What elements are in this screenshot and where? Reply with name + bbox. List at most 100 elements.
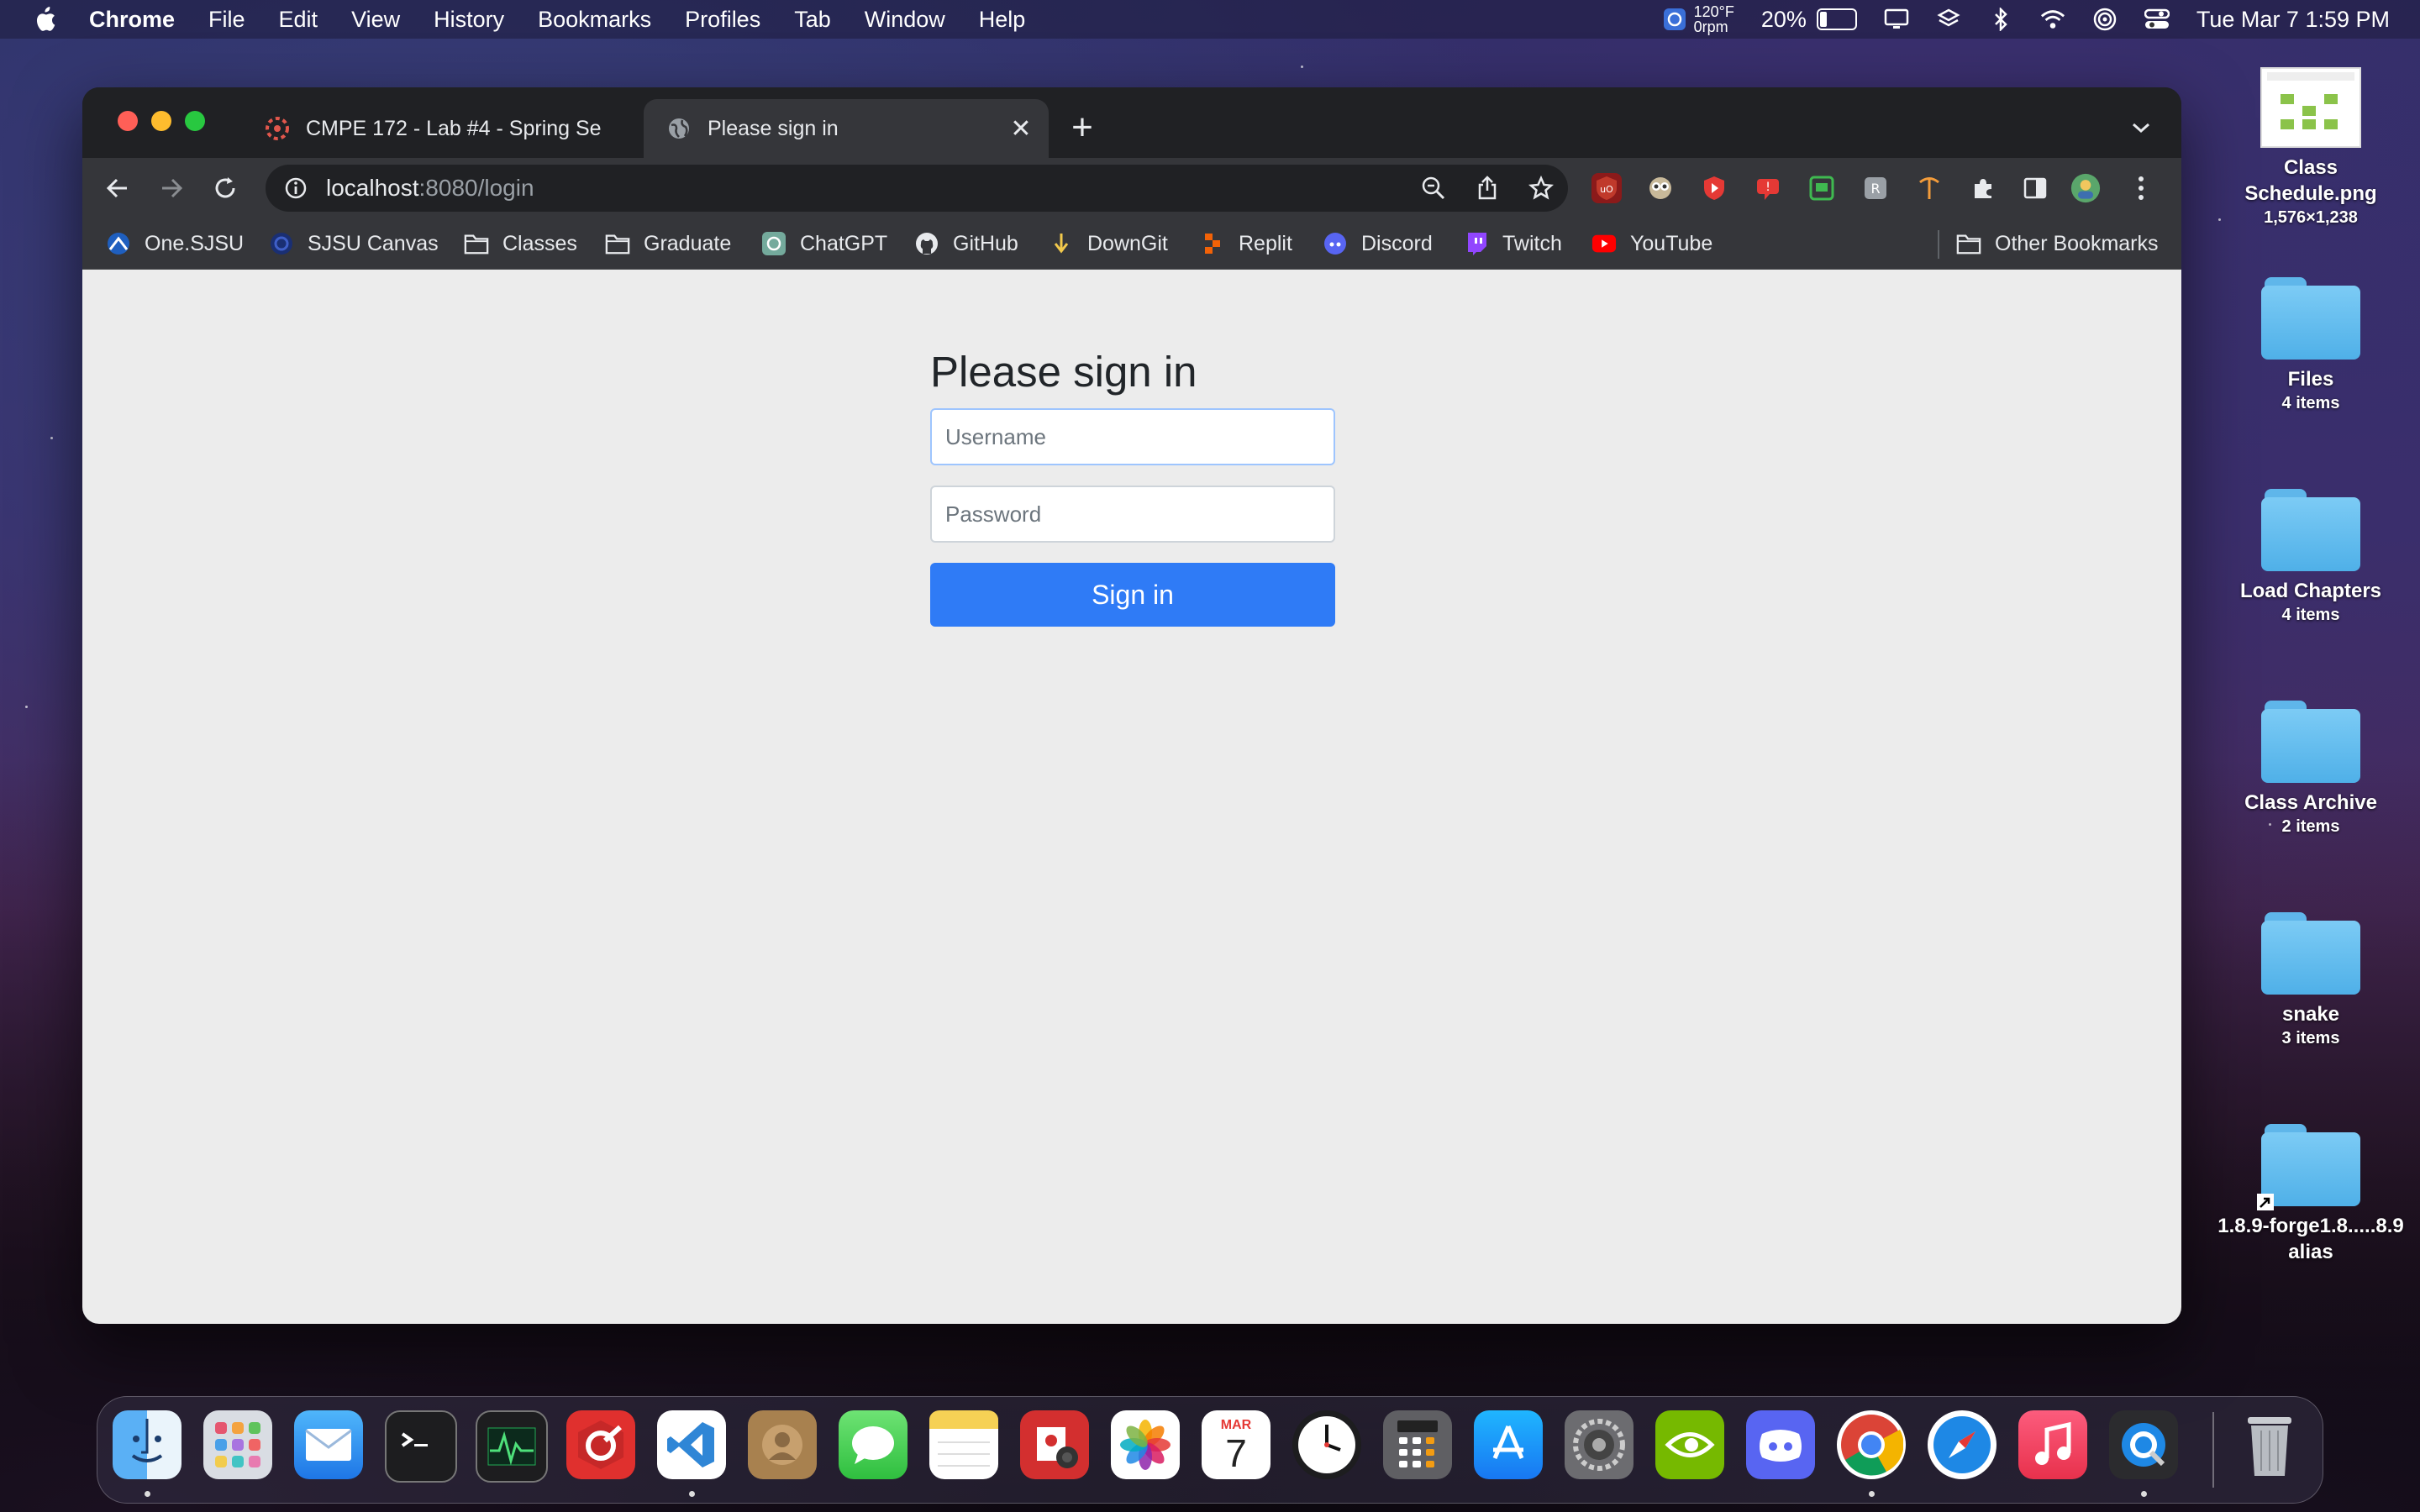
app-store-icon[interactable] (1474, 1410, 1543, 1479)
calendar-icon[interactable]: MAR 7 (1202, 1410, 1270, 1479)
address-bar[interactable]: localhost:8080/login (266, 165, 1568, 212)
bookmark-other-bookmarks[interactable]: Other Bookmarks (1956, 218, 2159, 269)
tab-please-sign-in[interactable]: Please sign in ✕ (644, 99, 1049, 158)
chrome-app-icon[interactable] (1837, 1410, 1906, 1479)
menu-app-name[interactable]: Chrome (89, 7, 175, 33)
bookmark-classes[interactable]: Classes (464, 218, 577, 269)
battery-status[interactable]: 20% (1761, 7, 1857, 33)
messages-icon[interactable] (839, 1410, 908, 1479)
menu-tab[interactable]: Tab (794, 7, 831, 33)
dislike-extension-icon[interactable]: ! (1753, 173, 1783, 203)
menu-view[interactable]: View (351, 7, 400, 33)
profile-avatar[interactable] (2070, 173, 2101, 203)
bookmark-chatgpt[interactable]: ChatGPT (761, 218, 887, 269)
menu-edit[interactable]: Edit (279, 7, 318, 33)
tab-search-chevron-icon[interactable] (2126, 113, 2156, 143)
temperature-widget[interactable]: 120°F 0rpm (1662, 4, 1734, 34)
bookmark-one-sjsu[interactable]: One.SJSU (106, 218, 244, 269)
layers-icon[interactable] (1936, 7, 1961, 32)
desktop-item-sub: 1,576×1,238 (2264, 208, 2358, 227)
menu-file[interactable]: File (208, 7, 245, 33)
site-info-icon[interactable] (284, 176, 308, 200)
bookmark-youtube[interactable]: YouTube (1591, 218, 1712, 269)
menu-bookmarks[interactable]: Bookmarks (538, 7, 651, 33)
menu-profiles[interactable]: Profiles (685, 7, 760, 33)
activity-monitor-icon[interactable] (476, 1410, 548, 1483)
desktop-item-files[interactable]: Files 4 items (2218, 277, 2403, 414)
menu-history[interactable]: History (434, 7, 504, 33)
contacts-icon[interactable] (748, 1410, 817, 1479)
youtube-extension-icon[interactable] (1699, 173, 1729, 203)
notes-icon[interactable] (929, 1410, 998, 1479)
bookmark-sjsu-canvas[interactable]: SJSU Canvas (269, 218, 439, 269)
bluetooth-icon[interactable] (1988, 7, 2013, 32)
share-icon[interactable] (1474, 175, 1501, 202)
alias-arrow-icon (2257, 1194, 2274, 1210)
airdrop-icon[interactable] (2092, 7, 2118, 32)
chrome-menu-icon[interactable] (2126, 173, 2156, 203)
tab-close-icon[interactable]: ✕ (1008, 115, 1034, 143)
launchpad-icon[interactable] (203, 1410, 272, 1479)
mail-icon[interactable] (294, 1410, 363, 1479)
safari-icon[interactable] (1928, 1410, 1996, 1479)
bookmark-replit[interactable]: Replit (1200, 218, 1292, 269)
bookmark-twitch[interactable]: Twitch (1464, 218, 1562, 269)
quicktime-icon[interactable] (2109, 1410, 2178, 1479)
desktop-item-forge-alias[interactable]: 1.8.9-forge1.8.....8.9 alias (2217, 1124, 2404, 1265)
sign-in-button[interactable]: Sign in (930, 563, 1335, 627)
music-icon[interactable] (2018, 1410, 2087, 1479)
desktop-item-label: 1.8.9-forge1.8.....8.9 alias (2217, 1215, 2404, 1263)
reader-app-icon[interactable] (566, 1410, 635, 1479)
reload-button[interactable] (208, 171, 242, 205)
apple-menu-icon[interactable] (32, 5, 57, 34)
desktop-item-class-archive[interactable]: Class Archive 2 items (2218, 701, 2403, 837)
extension-owl-icon[interactable] (1645, 173, 1676, 203)
control-center-icon[interactable] (2144, 7, 2170, 32)
menu-clock[interactable]: Tue Mar 7 1:59 PM (2196, 7, 2390, 33)
pickaxe-extension-icon[interactable] (1914, 173, 1944, 203)
bookmark-graduate[interactable]: Graduate (605, 218, 731, 269)
minimize-window-button[interactable] (151, 111, 171, 131)
puzzle-extensions-icon[interactable] (1968, 173, 1998, 203)
extension-green-icon[interactable] (1807, 173, 1837, 203)
running-indicator (2141, 1491, 2147, 1497)
back-button[interactable] (101, 171, 134, 205)
menu-help[interactable]: Help (979, 7, 1026, 33)
finder-icon[interactable] (113, 1410, 182, 1479)
desktop-item-snake[interactable]: snake 3 items (2218, 912, 2403, 1049)
youtube-icon (1591, 231, 1617, 256)
bookmark-downgit[interactable]: DownGit (1049, 218, 1168, 269)
bookmark-star-icon[interactable] (1528, 175, 1555, 202)
system-preferences-icon[interactable] (1565, 1410, 1634, 1479)
discord-app-icon[interactable] (1746, 1410, 1815, 1479)
menu-window[interactable]: Window (865, 7, 945, 33)
url-text[interactable]: localhost:8080/login (326, 175, 534, 202)
username-input[interactable] (930, 408, 1335, 465)
zoom-icon[interactable] (1420, 175, 1447, 202)
photo-booth-icon[interactable] (1020, 1410, 1089, 1479)
tab-cmpe172[interactable]: CMPE 172 - Lab #4 - Spring Se ✕ (242, 99, 713, 158)
new-tab-button[interactable]: + (1065, 107, 1099, 148)
desktop-item-load-chapters[interactable]: Load Chapters 4 items (2218, 489, 2403, 626)
nvidia-geforce-icon[interactable] (1655, 1410, 1724, 1479)
desktop-item-class-schedule[interactable]: Class Schedule.png 1,576×1,238 (2218, 67, 2403, 228)
vscode-icon[interactable] (657, 1410, 726, 1479)
bookmark-github[interactable]: GitHub (914, 218, 1018, 269)
extension-grey-icon[interactable]: R (1860, 173, 1891, 203)
side-panel-icon[interactable] (2020, 173, 2050, 203)
zoom-window-button[interactable] (185, 111, 205, 131)
display-icon[interactable] (1884, 7, 1909, 32)
bookmark-label: ChatGPT (800, 231, 888, 255)
folder-icon (2261, 277, 2360, 360)
forward-button[interactable] (155, 171, 188, 205)
trash-icon[interactable] (2235, 1410, 2304, 1479)
clock-icon[interactable] (1292, 1410, 1361, 1479)
close-window-button[interactable] (118, 111, 138, 131)
password-input[interactable] (930, 486, 1335, 543)
wifi-icon[interactable] (2040, 7, 2065, 32)
terminal-icon[interactable] (385, 1410, 457, 1483)
photos-icon[interactable] (1111, 1410, 1180, 1479)
calculator-icon[interactable] (1383, 1410, 1452, 1479)
ublock-icon[interactable]: uO (1591, 173, 1622, 203)
bookmark-discord[interactable]: Discord (1323, 218, 1433, 269)
